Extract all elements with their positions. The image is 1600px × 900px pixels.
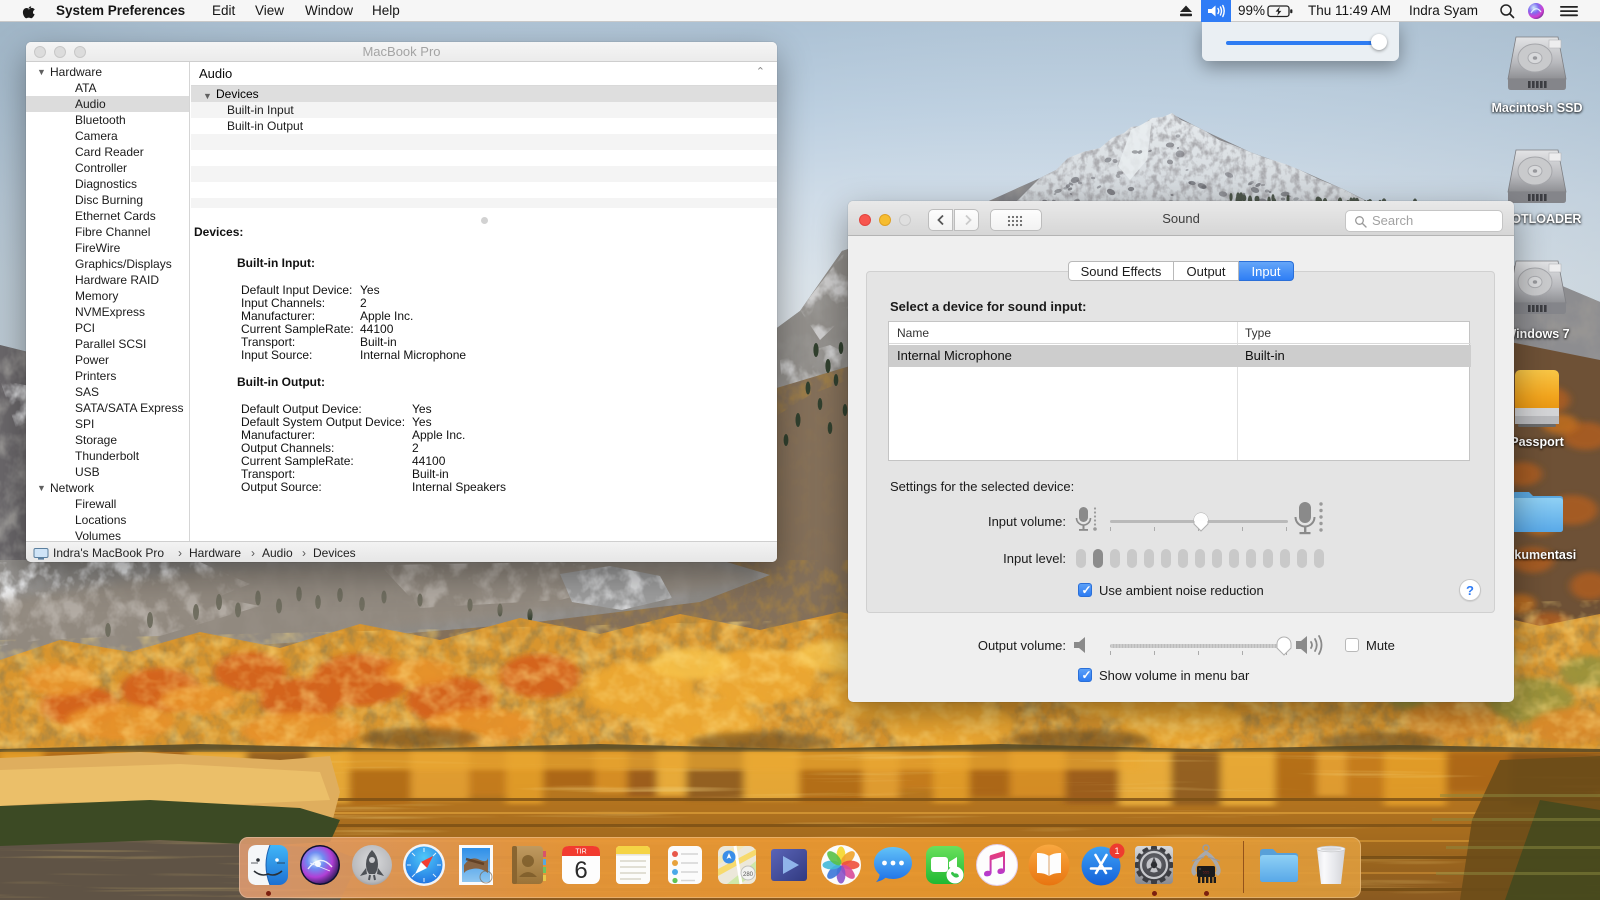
svg-text:1: 1 xyxy=(1114,846,1119,856)
svg-text:6: 6 xyxy=(574,857,587,884)
svg-text:TIR: TIR xyxy=(575,849,586,856)
svg-text:280: 280 xyxy=(743,872,754,878)
svg-text:555: 555 xyxy=(1203,870,1210,875)
